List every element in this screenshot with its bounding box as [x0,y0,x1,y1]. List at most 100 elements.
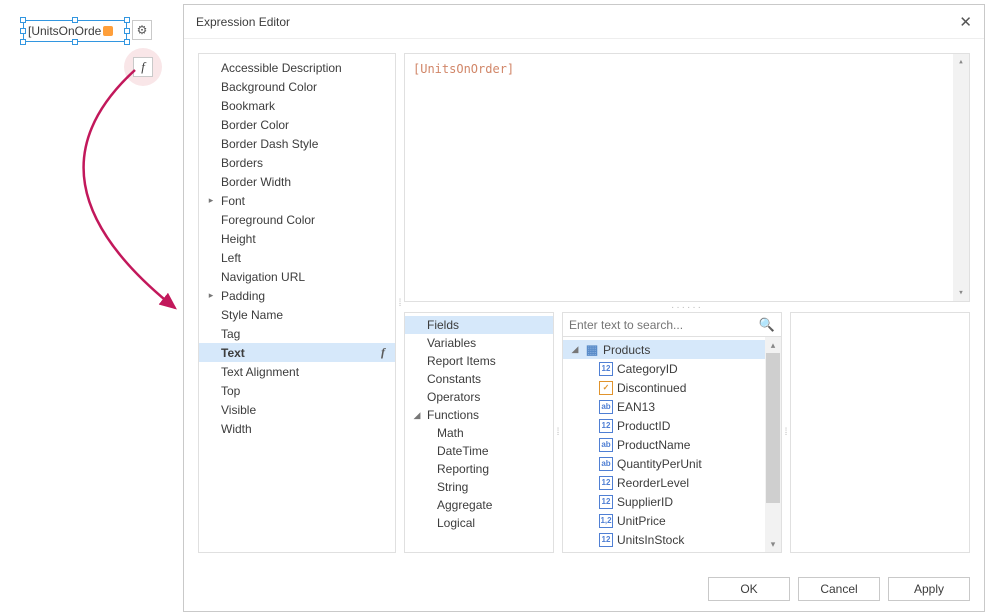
property-label: Text Alignment [217,365,389,379]
category-item[interactable]: ◢Functions [405,406,553,424]
smart-tag-button[interactable]: ⚙ [132,20,152,40]
property-item[interactable]: Background Color [199,77,395,96]
property-item[interactable]: Navigation URL [199,267,395,286]
scrollbar-thumb[interactable] [766,353,780,503]
vertical-splitter[interactable]: ⁞ [396,53,404,553]
search-icon[interactable]: 🔍 [759,317,775,333]
scrollbar-track[interactable] [953,54,969,301]
property-item[interactable]: Text Alignment [199,362,395,381]
search-input[interactable] [569,318,759,332]
property-label: Style Name [217,308,389,322]
category-item[interactable]: Variables [405,334,553,352]
type-icon: ab [599,400,613,414]
scroll-up-icon[interactable]: ▴ [953,54,969,70]
resize-handle[interactable] [124,17,130,23]
resize-handle[interactable] [124,28,130,34]
tree-item[interactable]: abQuantityPerUnit [563,454,781,473]
category-label: String [411,480,468,494]
property-item[interactable]: Accessible Description [199,58,395,77]
property-item[interactable]: Textf [199,343,395,362]
property-label: Padding [217,289,389,303]
resize-handle[interactable] [20,17,26,23]
tree-item[interactable]: ✓Discontinued [563,378,781,397]
tree-item[interactable]: 12CategoryID [563,359,781,378]
property-item[interactable]: ▸Padding [199,286,395,305]
scroll-up-icon[interactable]: ▴ [765,337,781,353]
tree-item[interactable]: 12UnitsInStock [563,530,781,549]
fx-button-highlight: f [124,48,162,86]
type-icon: 1,2 [599,514,613,528]
tree-item[interactable]: 1,2UnitPrice [563,511,781,530]
category-item[interactable]: Operators [405,388,553,406]
tree-item[interactable]: 12ReorderLevel [563,473,781,492]
scroll-down-icon[interactable]: ▾ [765,536,781,552]
tree-item[interactable]: 12SupplierID [563,492,781,511]
expression-textbox[interactable]: [UnitsOnOrder] ▴ ▾ [404,53,970,302]
properties-panel[interactable]: Accessible DescriptionBackground Color Bo… [198,53,396,553]
dialog-body: Accessible DescriptionBackground Color Bo… [184,39,984,567]
property-label: Bookmark [217,99,389,113]
expression-text: [UnitsOnOrder] [413,62,514,76]
category-sub-item[interactable]: Aggregate [405,496,553,514]
property-item[interactable]: Tag [199,324,395,343]
category-item[interactable]: Fields [405,316,553,334]
category-label: Variables [423,336,476,350]
category-item[interactable]: Constants [405,370,553,388]
property-label: Tag [217,327,389,341]
close-button[interactable]: ✕ [959,13,972,31]
category-label: Aggregate [411,498,492,512]
categories-panel[interactable]: Fields Variables Report Items Constants Oper… [404,312,554,553]
property-item[interactable]: Border Dash Style [199,134,395,153]
property-item[interactable]: Foreground Color [199,210,395,229]
expand-icon: ▸ [205,195,217,206]
resize-handle[interactable] [124,39,130,45]
tree-item[interactable]: abProductName [563,435,781,454]
tree-root[interactable]: ◢▦Products [563,340,765,359]
category-item[interactable]: Report Items [405,352,553,370]
property-item[interactable]: Top [199,381,395,400]
category-sub-item[interactable]: Logical [405,514,553,532]
fx-icon: f [141,59,145,75]
tree-item-label: ProductID [617,419,670,433]
type-icon: 12 [599,362,613,376]
category-sub-item[interactable]: String [405,478,553,496]
category-label: Functions [423,408,479,422]
property-item[interactable]: Height [199,229,395,248]
horizontal-splitter[interactable]: ······ [404,302,970,312]
category-label: Math [411,426,464,440]
property-item[interactable]: Style Name [199,305,395,324]
resize-handle[interactable] [20,39,26,45]
bottom-panels: Fields Variables Report Items Constants Oper… [404,312,970,553]
tree-item[interactable]: abEAN13 [563,397,781,416]
property-item[interactable]: ▸Font [199,191,395,210]
type-icon: 12 [599,533,613,547]
property-item[interactable]: Visible [199,400,395,419]
property-item[interactable]: Border Color [199,115,395,134]
vertical-splitter[interactable]: ⁞ [782,312,790,553]
category-sub-item[interactable]: Reporting [405,460,553,478]
apply-button[interactable]: Apply [888,577,970,601]
property-item[interactable]: Border Width [199,172,395,191]
property-item[interactable]: Width [199,419,395,438]
tree-item[interactable]: 12ProductID [563,416,781,435]
resize-handle[interactable] [72,17,78,23]
label-control-text: [UnitsOnOrde [28,24,101,38]
cancel-button[interactable]: Cancel [798,577,880,601]
scroll-down-icon[interactable]: ▾ [953,285,969,301]
property-item[interactable]: Borders [199,153,395,172]
dialog-footer: OK Cancel Apply [184,567,984,611]
fx-button[interactable]: f [133,57,153,77]
property-item[interactable]: Bookmark [199,96,395,115]
table-icon: ▦ [585,343,599,357]
category-label: Report Items [423,354,496,368]
resize-handle[interactable] [72,39,78,45]
fields-tree[interactable]: ◢▦Products 12CategoryID✓DiscontinuedabEA… [562,336,782,553]
ok-button[interactable]: OK [708,577,790,601]
description-panel [790,312,970,553]
vertical-splitter[interactable]: ⁞ [554,312,562,553]
category-label: Operators [423,390,480,404]
resize-handle[interactable] [20,28,26,34]
category-sub-item[interactable]: Math [405,424,553,442]
property-item[interactable]: Left [199,248,395,267]
category-sub-item[interactable]: DateTime [405,442,553,460]
